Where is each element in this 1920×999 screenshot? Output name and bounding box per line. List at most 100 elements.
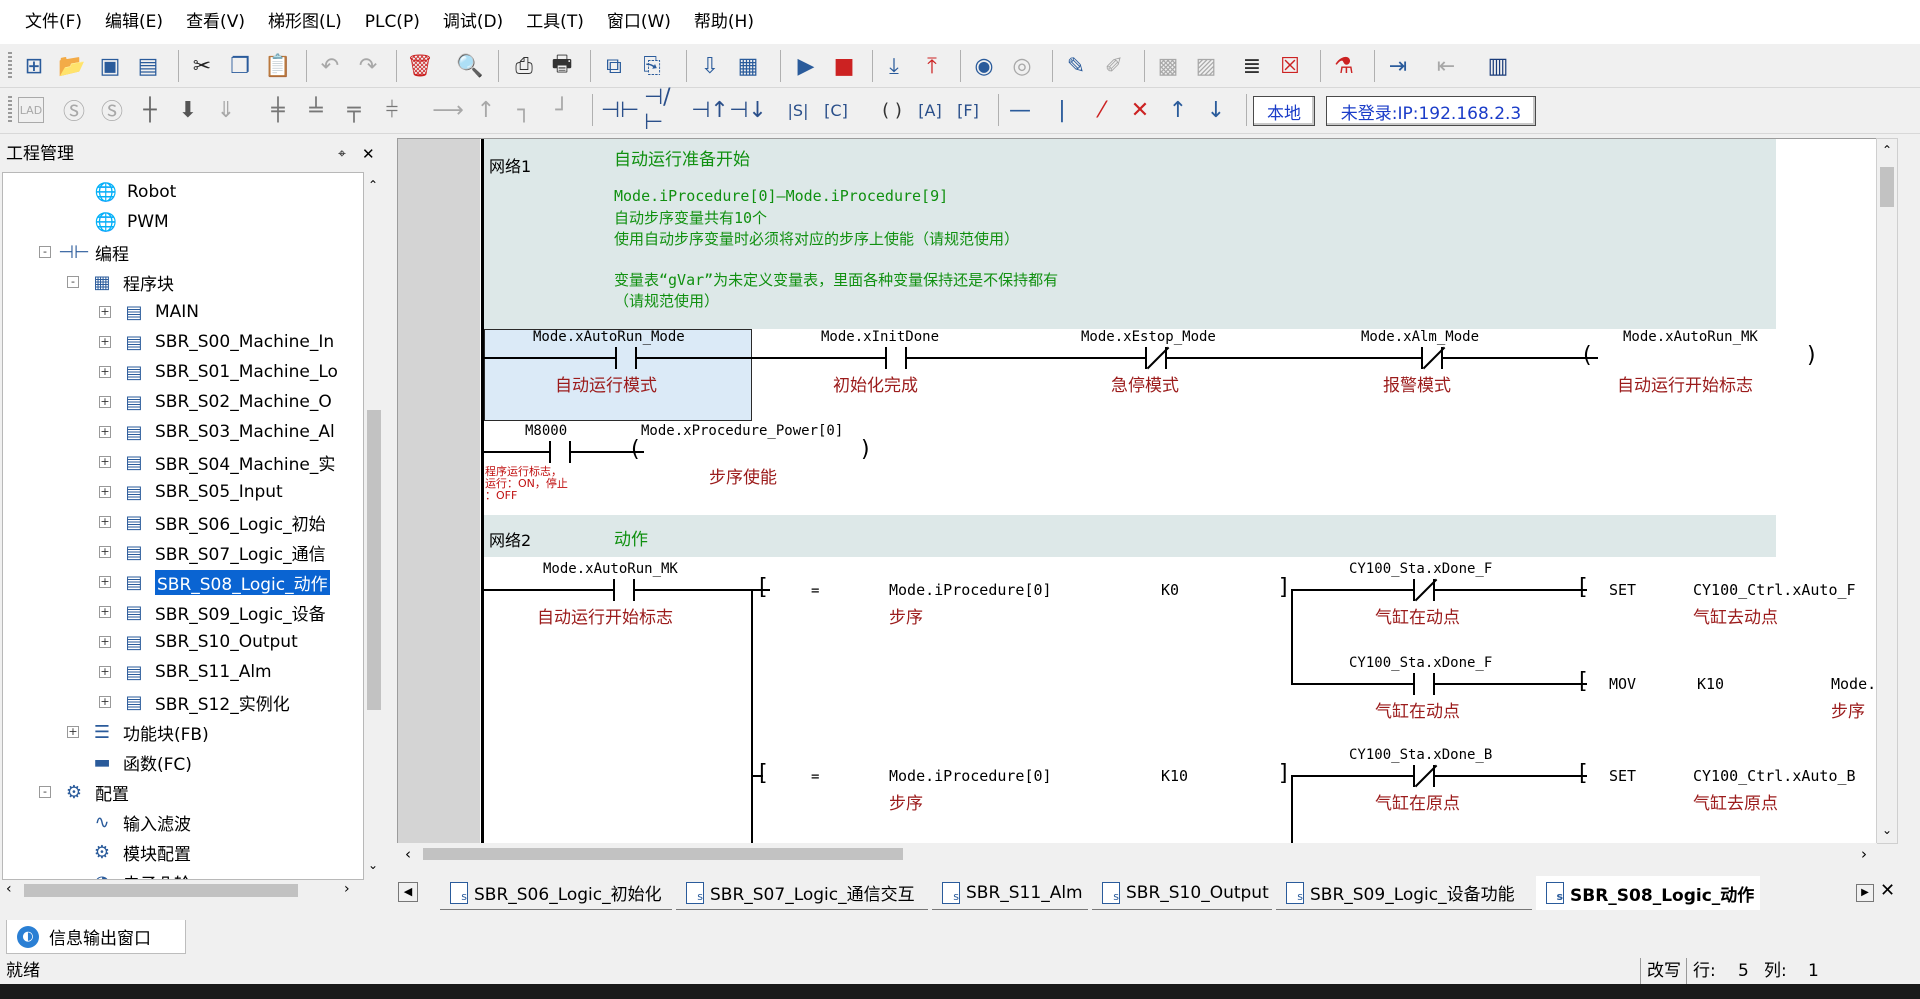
nc-contact[interactable] xyxy=(1413,765,1435,787)
collapse-icon[interactable]: - xyxy=(39,246,51,258)
new-file-icon[interactable]: ⊞ xyxy=(18,50,50,82)
print-preview-icon[interactable]: ⎙ xyxy=(508,50,540,82)
tree-item[interactable]: ◕ 电子凸轮 xyxy=(89,867,191,880)
set-coil-icon[interactable]: |S| xyxy=(782,94,814,126)
login-icon[interactable]: ⇥ xyxy=(1382,50,1414,82)
tree-item[interactable]: ▤ SBR_S01_Machine_Lo xyxy=(121,357,337,387)
falling-edge-icon[interactable]: ⊣↓ xyxy=(729,94,767,126)
expand-icon[interactable]: + xyxy=(99,426,111,438)
tree-item[interactable]: ⚙ 配置 xyxy=(61,777,129,807)
scroll-up-icon[interactable]: ⌃ xyxy=(1882,143,1892,157)
compile-all-icon[interactable]: ⎘ xyxy=(636,50,668,82)
tree-item[interactable]: 🌐 Robot xyxy=(93,177,177,207)
tree-item[interactable]: 🌐 PWM xyxy=(93,207,169,237)
search-icon[interactable]: 🔍 xyxy=(454,50,486,82)
hline-down-icon[interactable]: ┐ xyxy=(508,94,540,126)
tree-item[interactable]: ▤ SBR_S07_Logic_通信 xyxy=(121,537,325,567)
print-icon[interactable]: 🖶 xyxy=(546,50,578,82)
editor-horizontal-scroll-thumb[interactable] xyxy=(423,848,903,860)
coil-variable[interactable]: Mode.xProcedure_Power[0] xyxy=(641,423,843,439)
menu-ladder[interactable]: 梯形图(L) xyxy=(257,0,354,44)
insert-down-icon[interactable]: ⬇ xyxy=(172,94,204,126)
menu-edit[interactable]: 编辑(E) xyxy=(94,0,175,44)
tree-item[interactable]: ∿ 输入滤波 xyxy=(89,807,191,837)
scroll-down-icon[interactable]: ⌄ xyxy=(368,858,378,872)
write-icon[interactable]: ✐ xyxy=(1098,50,1130,82)
output-window-tab[interactable]: ◐ 信息输出窗口 xyxy=(6,920,186,954)
delete-icon[interactable]: 🗑 xyxy=(404,50,436,82)
tree-item[interactable]: ▤ SBR_S08_Logic_动作 xyxy=(121,567,330,597)
tree-item[interactable]: ▤ SBR_S10_Output xyxy=(121,627,297,657)
align-icon[interactable]: ≣ xyxy=(1236,50,1268,82)
tree-item[interactable]: ▤ SBR_S05_Input xyxy=(121,477,282,507)
contact-variable[interactable]: Mode.xAutoRun_MK xyxy=(543,561,678,577)
run-icon[interactable]: ▶ xyxy=(790,50,822,82)
st-icon[interactable]: Ⓢ xyxy=(96,94,128,126)
scroll-left-icon[interactable]: ‹ xyxy=(6,881,12,897)
contact-variable[interactable]: CY100_Sta.xDone_F xyxy=(1349,655,1492,671)
menu-debug[interactable]: 调试(D) xyxy=(432,0,515,44)
scroll-right-icon[interactable]: › xyxy=(344,881,350,897)
tab-sbr-s06[interactable]: s SBR_S06_Logic_初始化 xyxy=(440,876,672,910)
compare-operand[interactable]: K0 xyxy=(1161,581,1179,599)
no-contact[interactable] xyxy=(615,347,637,369)
tree-vertical-scroll-thumb[interactable] xyxy=(367,410,381,710)
contact-variable[interactable]: Mode.xAutoRun_Mode xyxy=(533,329,685,345)
expand-icon[interactable]: + xyxy=(99,516,111,528)
tree-item[interactable]: ▦ 程序块 xyxy=(89,267,174,297)
menu-window[interactable]: 窗口(W) xyxy=(596,0,683,44)
menu-tools[interactable]: 工具(T) xyxy=(515,0,596,44)
upload-icon[interactable]: ⤒ xyxy=(916,50,948,82)
cut-icon[interactable]: ✂ xyxy=(186,50,218,82)
tree-item[interactable]: ▤ SBR_S04_Machine_实 xyxy=(121,447,335,477)
toolbar-grip[interactable] xyxy=(8,96,12,124)
insert-row-icon[interactable]: ┼ xyxy=(134,94,166,126)
no-contact[interactable] xyxy=(549,441,571,463)
tree-vertical-scrollbar[interactable]: ⌃ ⌄ xyxy=(364,172,384,880)
contact-variable[interactable]: M8000 xyxy=(525,423,567,439)
tree-item[interactable]: ⚙ 模块配置 xyxy=(89,837,191,867)
application-instruction-icon[interactable]: [A] xyxy=(914,94,946,126)
compare-operand[interactable]: Mode.iProcedure[0] xyxy=(889,767,1052,785)
ladder-editor[interactable]: 网络1 自动运行准备开始 Mode.iProcedure[0]—Mode.iPr… xyxy=(397,138,1877,844)
scroll-up-icon[interactable]: ⌃ xyxy=(368,178,378,192)
nc-contact[interactable] xyxy=(1145,347,1167,369)
instruction-operand[interactable]: K10 xyxy=(1697,675,1724,693)
expand-icon[interactable]: + xyxy=(67,726,79,738)
branch-end-icon[interactable]: ╧ xyxy=(300,94,332,126)
compare-operand[interactable]: K10 xyxy=(1161,767,1188,785)
sfc-icon[interactable]: Ⓢ xyxy=(58,94,90,126)
collapse-icon[interactable]: - xyxy=(39,786,51,798)
pin-icon[interactable]: ⌖ xyxy=(338,138,346,170)
menu-file[interactable]: 文件(F) xyxy=(14,0,94,44)
tab-sbr-s09[interactable]: s SBR_S09_Logic_设备功能 xyxy=(1276,876,1532,910)
logout-icon[interactable]: ⇤ xyxy=(1430,50,1462,82)
horizontal-line-icon[interactable]: — xyxy=(1004,94,1036,126)
tree-item[interactable]: ▤ SBR_S03_Machine_Al xyxy=(121,417,334,447)
expand-icon[interactable]: + xyxy=(99,696,111,708)
coil-icon[interactable]: [C] xyxy=(820,94,852,126)
no-contact[interactable] xyxy=(613,579,635,601)
login-status-button[interactable]: 未登录:IP:192.168.2.3 xyxy=(1326,96,1536,126)
monitor-stop-icon[interactable]: ◎ xyxy=(1006,50,1038,82)
tree-item[interactable]: ▤ SBR_S06_Logic_初始 xyxy=(121,507,325,537)
expand-icon[interactable]: + xyxy=(99,666,111,678)
contact-variable[interactable]: Mode.xEstop_Mode xyxy=(1081,329,1216,345)
coil-variable[interactable]: Mode.xAutoRun_MK xyxy=(1623,329,1758,345)
import-icon[interactable]: ⇩ xyxy=(694,50,726,82)
menu-view[interactable]: 查看(V) xyxy=(175,0,257,44)
toolbar-grip[interactable] xyxy=(8,52,12,80)
tab-scroll-left-icon[interactable]: ◀ xyxy=(398,882,418,902)
expand-icon[interactable]: + xyxy=(99,606,111,618)
tree-horizontal-scrollbar[interactable]: ‹ › xyxy=(2,880,364,900)
close-tab-icon[interactable]: ✕ xyxy=(1880,880,1895,901)
tab-sbr-s08[interactable]: s SBR_S08_Logic_动作 xyxy=(1536,876,1760,910)
paste-icon[interactable]: 📋 xyxy=(262,50,294,82)
hline-up-icon[interactable]: ┘ xyxy=(546,94,578,126)
no-contact[interactable] xyxy=(1413,673,1435,695)
save-icon[interactable]: ▣ xyxy=(94,50,126,82)
tree-item[interactable]: ⊣⊢ 编程 xyxy=(58,237,129,267)
expand-icon[interactable]: + xyxy=(99,306,111,318)
arrow-down-icon[interactable]: ↓ xyxy=(1200,94,1232,126)
instruction-name[interactable]: MOV xyxy=(1609,675,1636,693)
